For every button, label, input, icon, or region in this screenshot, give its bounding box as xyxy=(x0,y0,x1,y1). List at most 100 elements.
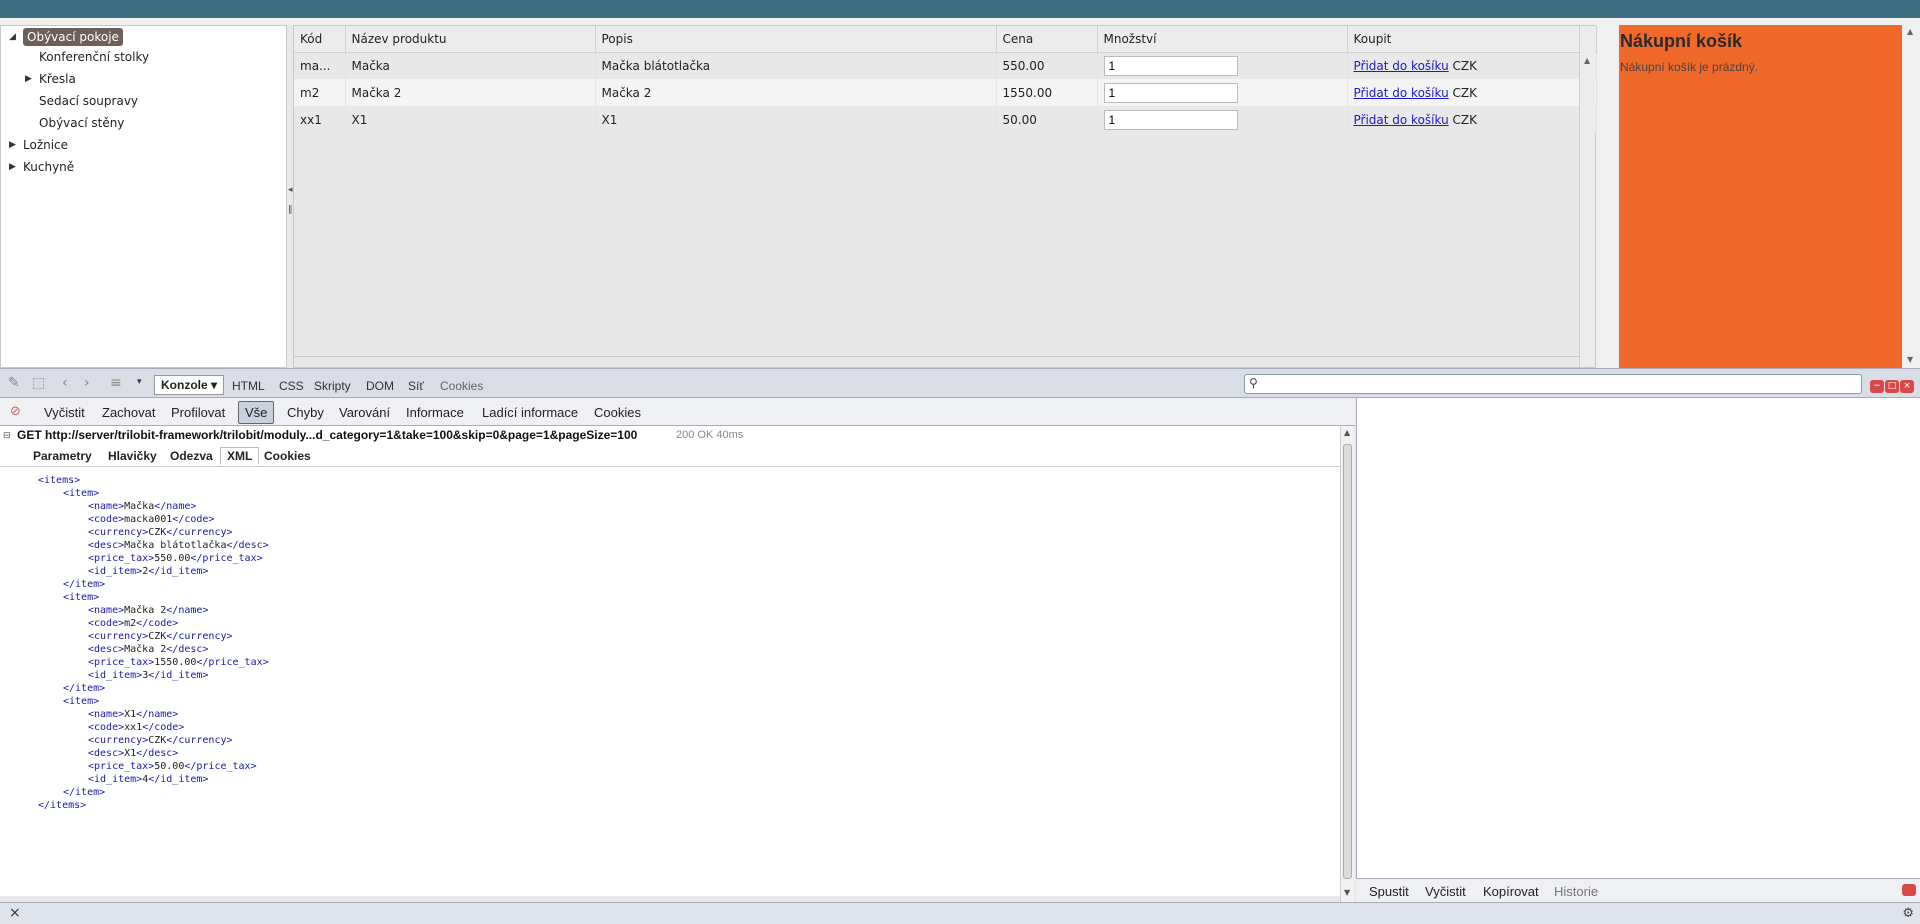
quantity-input[interactable] xyxy=(1103,82,1238,103)
clear-button[interactable]: Vyčistit xyxy=(44,405,85,420)
xml-line: <desc>X1</desc> xyxy=(0,747,1330,760)
xml-open-tag: </item> xyxy=(63,579,106,590)
clear-command-button[interactable]: Vyčistit xyxy=(1425,884,1466,899)
scrollbar-thumb[interactable] xyxy=(1343,444,1352,879)
command-editor[interactable] xyxy=(1356,398,1920,878)
collapse-arrow-icon[interactable]: ◂ ‖ xyxy=(288,185,293,215)
expanded-arrow-icon[interactable]: ◢ xyxy=(9,27,16,47)
inspect-icon[interactable]: ⬚ xyxy=(32,375,45,391)
tab-css[interactable]: CSS xyxy=(279,379,304,393)
tab-sit[interactable]: Síť xyxy=(408,379,424,393)
filter-debug-button[interactable]: Ladící informace xyxy=(482,405,578,420)
minimize-icon[interactable]: − xyxy=(1870,380,1884,393)
xml-open-tag: <item> xyxy=(63,592,100,603)
filter-warnings-button[interactable]: Varování xyxy=(339,405,390,420)
back-arrow-icon[interactable]: ‹ xyxy=(62,375,68,391)
clear-console-icon[interactable]: ⊘ xyxy=(10,404,21,419)
xml-open-tag: <desc> xyxy=(88,644,125,655)
quantity-input[interactable] xyxy=(1103,109,1238,130)
column-header-buy[interactable]: Koupit xyxy=(1347,26,1597,53)
scroll-up-icon[interactable]: ▲ xyxy=(1344,428,1350,437)
tab-dom[interactable]: DOM xyxy=(366,379,394,393)
xml-line: <items> xyxy=(0,474,1330,487)
chevron-down-icon: ▾ xyxy=(211,378,218,392)
xml-open-tag: <desc> xyxy=(88,540,125,551)
grid-scrollbar[interactable]: ▲ xyxy=(1579,26,1595,367)
scroll-down-icon[interactable]: ▼ xyxy=(1907,355,1913,364)
column-header-price[interactable]: Cena xyxy=(996,26,1098,53)
profile-button[interactable]: Profilovat xyxy=(171,405,225,420)
history-button[interactable]: Historie xyxy=(1554,884,1598,899)
tree-item-obyvaci-pokoje[interactable]: ◢ Obývací pokoje xyxy=(9,27,123,47)
menu-icon[interactable]: ≡ xyxy=(110,375,122,391)
tree-item-label: Konferenční stolky xyxy=(39,50,150,64)
column-header-description[interactable]: Popis xyxy=(595,26,997,53)
table-row[interactable]: m2 Mačka 2 Mačka 2 1550.00 Přidat do koš… xyxy=(294,79,1597,106)
filter-errors-button[interactable]: Chyby xyxy=(287,405,324,420)
tab-odezva[interactable]: Odezva xyxy=(164,448,219,464)
run-button[interactable]: Spustit xyxy=(1369,884,1409,899)
cell-description: Mačka blátotlačka xyxy=(595,52,997,79)
close-icon[interactable]: × xyxy=(9,905,21,921)
firebug-icon[interactable]: ✎ xyxy=(8,375,20,391)
quantity-input[interactable] xyxy=(1103,55,1238,76)
page-scrollbar[interactable]: ▲ ▼ xyxy=(1903,25,1920,368)
filter-info-button[interactable]: Informace xyxy=(406,405,464,420)
detach-icon[interactable]: □ xyxy=(1885,380,1899,393)
tab-html[interactable]: HTML xyxy=(232,379,265,393)
tab-hlavicky[interactable]: Hlavičky xyxy=(102,448,163,464)
collapsed-arrow-icon[interactable]: ▶ xyxy=(25,69,32,89)
request-url[interactable]: GET http://server/trilobit-framework/tri… xyxy=(17,426,637,444)
close-icon[interactable]: × xyxy=(1900,380,1914,393)
tab-cookies[interactable]: Cookies xyxy=(258,448,317,464)
shopping-cart-panel: Nákupní košík Nákupní košík je prázdný. xyxy=(1619,25,1902,368)
add-to-cart-link[interactable]: Přidat do košíku xyxy=(1354,113,1449,127)
tab-skripty[interactable]: Skripty xyxy=(314,379,351,393)
add-to-cart-link[interactable]: Přidat do košíku xyxy=(1354,59,1449,73)
app-area: ◢ Obývací pokoje Konferenční stolky ▶ Kř… xyxy=(0,18,1920,368)
table-row[interactable]: ma... Mačka Mačka blátotlačka 550.00 Při… xyxy=(294,52,1597,79)
tree-item-kresla[interactable]: ▶ Křesla xyxy=(25,69,76,89)
tree-item-sedaci-soupravy[interactable]: Sedací soupravy xyxy=(39,91,138,111)
copy-button[interactable]: Kopírovat xyxy=(1483,884,1539,899)
xml-text: CZK xyxy=(148,527,167,538)
collapse-toggle-icon[interactable]: ⊟ xyxy=(3,426,11,444)
forward-arrow-icon[interactable]: › xyxy=(84,375,90,391)
request-log-row[interactable]: ⊟ GET http://server/trilobit-framework/t… xyxy=(0,426,1340,444)
collapsed-arrow-icon[interactable]: ▶ xyxy=(9,135,16,155)
panel-select-konzole[interactable]: Konzole ▾ xyxy=(154,375,225,395)
xml-line: <code>macka001</code> xyxy=(0,513,1330,526)
tab-xml[interactable]: XML xyxy=(220,447,260,465)
firebug-status-icon[interactable]: ⚙ xyxy=(1902,906,1914,921)
currency-label: CZK xyxy=(1452,112,1477,127)
scroll-down-icon[interactable]: ▼ xyxy=(1344,888,1350,897)
add-to-cart-link[interactable]: Přidat do košíku xyxy=(1354,86,1449,100)
firebug-search-input[interactable]: ⚲ xyxy=(1244,374,1862,394)
tree-item-konferencni-stolky[interactable]: Konferenční stolky xyxy=(39,47,149,67)
toggle-editor-icon[interactable] xyxy=(1902,884,1916,896)
currency-label: CZK xyxy=(1452,85,1477,100)
tree-item-loznice[interactable]: ▶ Ložnice xyxy=(9,135,68,155)
dropdown-icon[interactable]: ▾ xyxy=(137,377,142,387)
tree-item-obyvaci-steny[interactable]: Obývací stěny xyxy=(39,113,124,133)
product-grid: Kód Název produktu Popis Cena Množství K… xyxy=(293,25,1597,368)
collapsed-arrow-icon[interactable]: ▶ xyxy=(9,157,16,177)
table-row[interactable]: xx1 X1 X1 50.00 Přidat do košíku CZK xyxy=(294,106,1597,133)
xml-open-tag: <price_tax> xyxy=(88,657,155,668)
persist-button[interactable]: Zachovat xyxy=(102,405,155,420)
column-header-name[interactable]: Název produktu xyxy=(345,26,596,53)
scroll-up-icon[interactable]: ▲ xyxy=(1907,27,1913,36)
xml-open-tag: <items> xyxy=(38,475,81,486)
console-scrollbar[interactable]: ▲ ▼ xyxy=(1340,426,1354,902)
tree-item-kuchyne[interactable]: ▶ Kuchyně xyxy=(9,157,74,177)
xml-open-tag: <currency> xyxy=(88,735,149,746)
tab-cookies[interactable]: Cookies xyxy=(440,379,483,393)
xml-open-tag: <currency> xyxy=(88,631,149,642)
filter-all-button[interactable]: Vše xyxy=(238,401,275,424)
filter-cookies-button[interactable]: Cookies xyxy=(594,405,641,420)
column-header-code[interactable]: Kód xyxy=(294,26,346,53)
scroll-up-icon[interactable]: ▲ xyxy=(1584,56,1590,65)
tab-parametry[interactable]: Parametry xyxy=(27,448,98,464)
column-header-quantity[interactable]: Množství xyxy=(1097,26,1348,53)
tree-item-label: Obývací stěny xyxy=(39,116,125,130)
